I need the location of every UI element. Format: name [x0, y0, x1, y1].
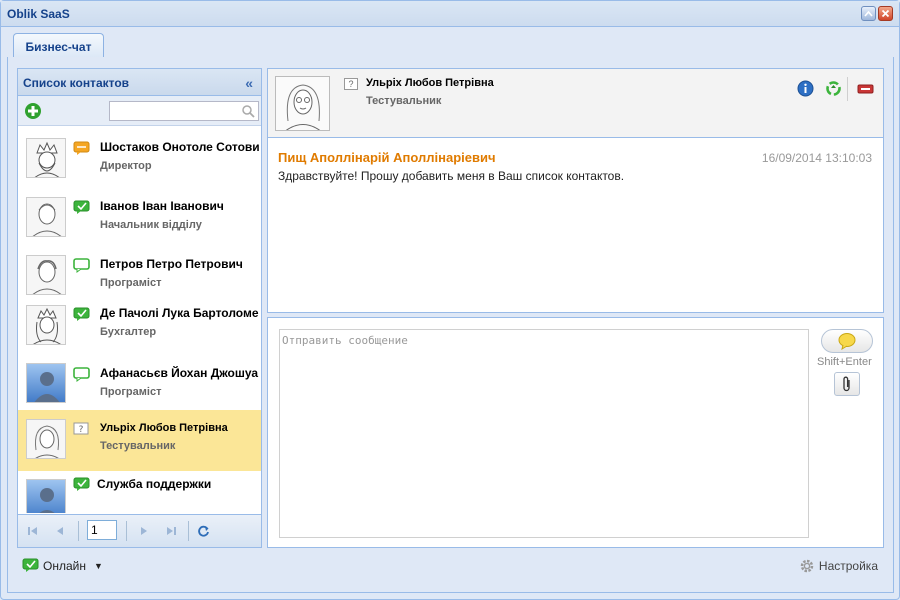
tab-business-chat[interactable]: Бизнес-чат	[13, 33, 104, 59]
avatar	[26, 419, 66, 459]
list-item[interactable]: Шостаков Онотоле Сотович Директор	[18, 136, 261, 194]
contact-name: Ульріх Любов Петрівна	[100, 422, 228, 434]
contact-name: Петров Петро Петрович	[100, 257, 243, 271]
status-label: Онлайн	[43, 558, 86, 573]
contact-name: Афанасьєв Йохан Джошуа	[100, 366, 259, 380]
next-page-icon[interactable]	[137, 524, 151, 538]
contact-role: Програміст	[100, 277, 162, 289]
tab-label: Бизнес-чат	[25, 39, 92, 54]
remove-icon[interactable]	[856, 79, 874, 97]
paperclip-icon	[843, 376, 850, 392]
message-author: Пищ Аполлінарій Аполлінаріевич	[278, 150, 496, 165]
list-item[interactable]: Іванов Іван Іванович Начальник відділу	[18, 194, 261, 252]
search-icon[interactable]	[241, 104, 255, 118]
contact-name: Іванов Іван Іванович	[100, 199, 224, 213]
page-number-input[interactable]: 1	[87, 520, 117, 540]
settings-button[interactable]: Настройка	[799, 558, 878, 574]
contact-role: Начальник відділу	[100, 219, 202, 231]
avatar	[26, 255, 66, 295]
contact-avatar	[275, 76, 330, 131]
pager-separator	[188, 521, 189, 541]
chat-header: ? Ульріх Любов Петрівна Тестувальник	[267, 68, 884, 138]
unknown-status-icon: ?	[73, 422, 90, 437]
recycle-icon[interactable]	[824, 79, 842, 97]
list-item-selected[interactable]: ? Ульріх Любов Петрівна Тестувальник	[18, 410, 261, 471]
contact-name: Служба поддержки	[97, 477, 212, 491]
status-bar: Онлайн ▼ Настройка	[17, 556, 884, 580]
close-icon[interactable]	[878, 6, 893, 21]
prev-page-icon[interactable]	[53, 524, 67, 538]
avatar	[26, 305, 66, 345]
chat-contact-role: Тестувальник	[366, 95, 442, 107]
refresh-icon[interactable]	[196, 524, 210, 538]
contact-role: Програміст	[100, 386, 162, 398]
chevron-down-icon: ▼	[93, 560, 103, 571]
svg-text:?: ?	[79, 425, 84, 435]
online-status-icon	[22, 558, 39, 572]
add-contact-icon[interactable]	[24, 102, 42, 120]
offline-status-icon	[73, 367, 90, 382]
send-shortcut-hint: Shift+Enter	[817, 356, 872, 368]
window-titlebar[interactable]: Oblik SaaS	[1, 1, 899, 27]
compose-panel: Shift+Enter	[267, 317, 884, 548]
message-text: Здравствуйте! Прошу добавить меня в Ваш …	[278, 169, 625, 183]
contact-role: Директор	[100, 160, 152, 172]
list-item[interactable]: Де Пачолі Лука Бартоломе Бухгалтер	[18, 305, 261, 363]
send-button[interactable]	[821, 329, 873, 353]
attach-button[interactable]	[834, 372, 860, 396]
list-item[interactable]: Петров Петро Петрович Програміст	[18, 252, 261, 310]
tab-strip: Бизнес-чат	[7, 31, 894, 59]
contact-name: Де Пачолі Лука Бартоломе	[100, 306, 259, 320]
pager: 1	[18, 514, 261, 547]
window-title: Oblik SaaS	[7, 7, 70, 21]
avatar	[26, 197, 66, 237]
message-timestamp: 16/09/2014 13:10:03	[761, 151, 872, 165]
contact-list: Шостаков Онотоле Сотович Директор Іванов…	[18, 128, 261, 513]
info-icon[interactable]	[796, 79, 814, 97]
settings-label: Настройка	[818, 559, 878, 573]
contacts-title: Список контактов	[23, 76, 130, 90]
contact-role: Бухгалтер	[100, 326, 157, 338]
first-page-icon[interactable]	[26, 524, 40, 538]
contacts-header: Список контактов «	[18, 69, 261, 96]
list-item[interactable]: Служба поддержки	[18, 477, 261, 513]
unknown-status-icon: ?	[344, 78, 358, 90]
contacts-panel: Список контактов « Шостаков Онотоле Сото…	[17, 68, 262, 548]
gear-icon	[800, 559, 814, 573]
contact-search	[109, 101, 259, 121]
restore-icon[interactable]	[861, 6, 876, 21]
offline-status-icon	[73, 258, 90, 273]
avatar	[26, 363, 66, 403]
chat-contact-name: Ульріх Любов Петрівна	[366, 77, 494, 89]
search-input[interactable]	[110, 102, 236, 120]
contacts-toolbar	[18, 96, 261, 126]
toolbar-separator	[847, 77, 848, 101]
pager-separator	[78, 521, 79, 541]
online-status-icon	[73, 307, 90, 322]
avatar	[26, 138, 66, 178]
pager-separator	[126, 521, 127, 541]
online-status-icon	[73, 200, 90, 215]
speech-bubble-icon	[838, 333, 856, 350]
last-page-icon[interactable]	[164, 524, 178, 538]
message-input[interactable]	[279, 329, 809, 538]
message-area: Пищ Аполлінарій Аполлінаріевич 16/09/201…	[267, 138, 884, 313]
away-status-icon	[73, 141, 90, 156]
contact-name: Шостаков Онотоле Сотович	[100, 140, 260, 154]
avatar	[26, 479, 66, 513]
collapse-left-icon[interactable]: «	[245, 75, 253, 91]
online-status-icon	[73, 477, 90, 492]
contact-role: Тестувальник	[100, 440, 176, 452]
status-selector[interactable]: Онлайн ▼	[22, 558, 103, 573]
